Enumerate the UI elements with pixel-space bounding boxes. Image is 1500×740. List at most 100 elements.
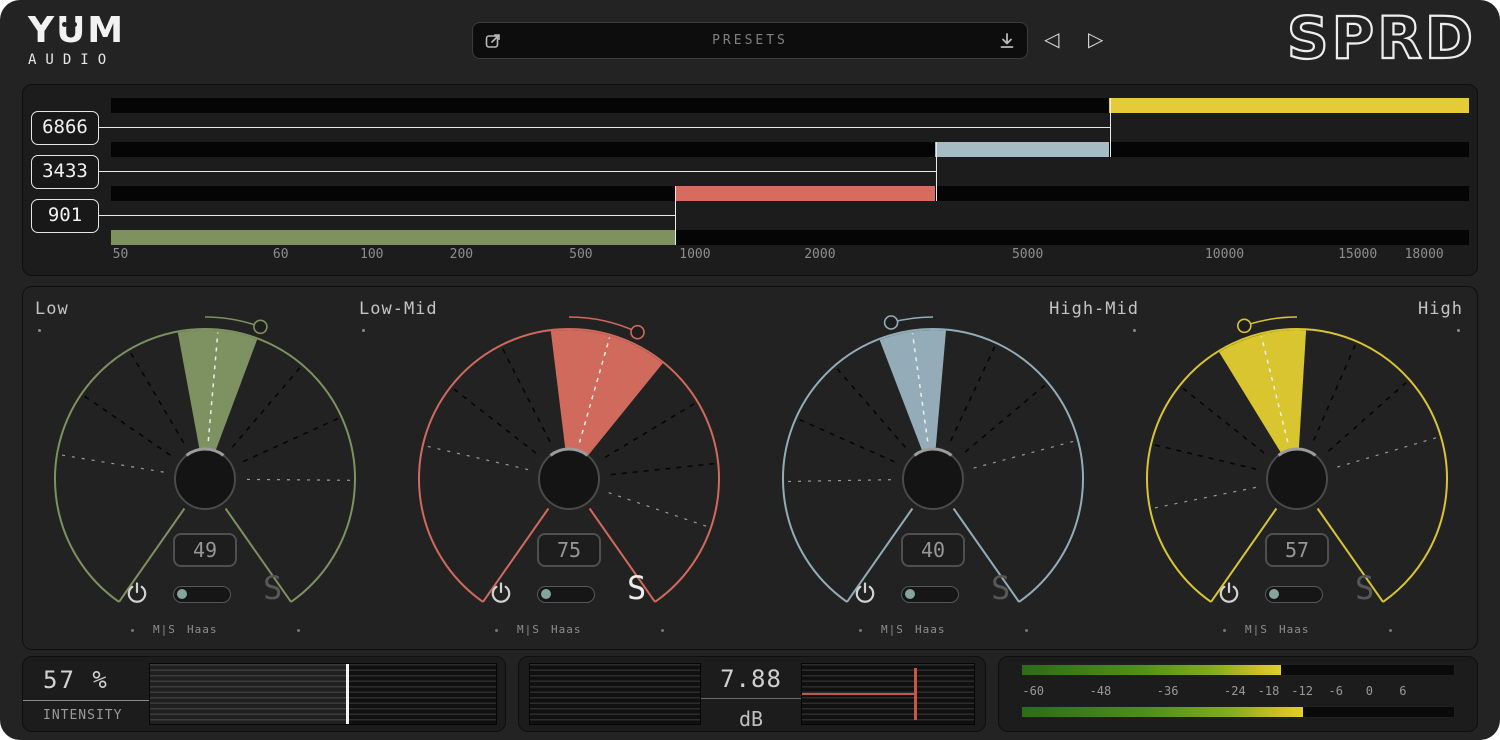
freq-axis-tick: 60 bbox=[273, 247, 289, 262]
meter-scale-tick: -48 bbox=[1090, 684, 1112, 698]
meter-fill-left bbox=[1022, 665, 1281, 675]
rotation-handle[interactable] bbox=[254, 320, 267, 333]
meter-scale-tick: -6 bbox=[1328, 684, 1342, 698]
haas-label: Haas bbox=[915, 623, 946, 636]
rotation-handle[interactable] bbox=[631, 326, 644, 339]
freq-axis-tick: 18000 bbox=[1405, 247, 1444, 262]
gauge-knob[interactable] bbox=[539, 449, 599, 509]
dial-guide-line bbox=[837, 369, 905, 448]
dial-guide-line bbox=[247, 479, 351, 480]
dial-guide-line bbox=[800, 420, 895, 462]
dial-guide-line bbox=[1155, 445, 1256, 469]
gauge-knob[interactable] bbox=[1267, 449, 1327, 509]
intensity-panel: 57 % INTENSITY bbox=[22, 656, 506, 732]
band-range-high[interactable] bbox=[1109, 98, 1469, 113]
dial-guide-line bbox=[243, 419, 338, 462]
freq-axis-tick: 500 bbox=[569, 247, 592, 262]
ms-label: M|S bbox=[1245, 623, 1268, 636]
db-panel: 7.88 dB bbox=[518, 656, 986, 732]
intensity-slider[interactable] bbox=[149, 663, 497, 725]
power-icon[interactable] bbox=[853, 581, 877, 607]
dial-guide-line bbox=[1314, 345, 1356, 440]
meter-bar-right bbox=[1021, 706, 1455, 718]
preset-bar[interactable]: PRESETS bbox=[472, 22, 1028, 59]
param-dot bbox=[661, 629, 664, 632]
ms-label: M|S bbox=[881, 623, 904, 636]
band-section-low-mid: 75 S M|S Haas bbox=[387, 287, 751, 649]
db-slider-handle[interactable] bbox=[914, 668, 917, 720]
brand-sub: AUDIO bbox=[28, 52, 178, 68]
power-icon[interactable] bbox=[489, 581, 513, 607]
dial-guide-line bbox=[454, 389, 536, 453]
spread-value[interactable]: 40 bbox=[901, 533, 965, 567]
dial-guide-line bbox=[232, 368, 299, 447]
export-preset-icon[interactable] bbox=[483, 31, 503, 51]
freq-axis-tick: 15000 bbox=[1338, 247, 1377, 262]
freq-axis-tick: 100 bbox=[360, 247, 383, 262]
rotation-handle[interactable] bbox=[1238, 319, 1251, 332]
sprd-logo: SPRD bbox=[1287, 6, 1476, 70]
band-range-low[interactable] bbox=[111, 230, 675, 245]
save-preset-icon[interactable] bbox=[997, 31, 1017, 51]
dial-guide-line bbox=[503, 349, 550, 442]
ms-label: M|S bbox=[153, 623, 176, 636]
band-range-high-mid[interactable] bbox=[935, 142, 1109, 157]
rotation-handle[interactable] bbox=[885, 316, 898, 329]
solo-button[interactable]: S bbox=[1355, 569, 1374, 607]
rotation-arm bbox=[205, 317, 260, 327]
toggle-knob bbox=[1269, 589, 1279, 599]
crossover-frequency-value[interactable]: 3433 bbox=[31, 155, 99, 189]
db-slider-left[interactable] bbox=[529, 663, 701, 725]
spread-value[interactable]: 57 bbox=[1265, 533, 1329, 567]
next-preset-button[interactable]: ▷ bbox=[1088, 27, 1103, 51]
power-icon[interactable] bbox=[1217, 581, 1241, 607]
power-icon[interactable] bbox=[125, 581, 149, 607]
toggle-knob bbox=[177, 589, 187, 599]
band-section-high-mid: 40 S M|S Haas bbox=[751, 287, 1115, 649]
dial-guide-line bbox=[131, 353, 184, 443]
solo-button[interactable]: S bbox=[991, 569, 1010, 607]
solo-button[interactable]: S bbox=[263, 569, 282, 607]
spread-value[interactable]: 75 bbox=[537, 533, 601, 567]
band-section-high: 57 S M|S Haas bbox=[1115, 287, 1479, 649]
param-dot bbox=[1025, 629, 1028, 632]
crossover-frequency-value[interactable]: 6866 bbox=[31, 111, 99, 145]
band-range-low-mid[interactable] bbox=[675, 186, 936, 201]
crossover-line bbox=[99, 215, 675, 217]
gauge-knob[interactable] bbox=[175, 449, 235, 509]
meter-scale-tick: -12 bbox=[1291, 684, 1313, 698]
spread-value[interactable]: 49 bbox=[173, 533, 237, 567]
intensity-slider-handle[interactable] bbox=[346, 664, 349, 724]
meter-scale-tick: -60 bbox=[1022, 684, 1044, 698]
ms-haas-toggle[interactable] bbox=[1265, 586, 1323, 603]
haas-label: Haas bbox=[187, 623, 218, 636]
presets-menu[interactable]: PRESETS bbox=[513, 33, 987, 48]
dial-guide-line bbox=[85, 396, 171, 455]
ms-haas-toggle[interactable] bbox=[537, 586, 595, 603]
param-dot bbox=[495, 629, 498, 632]
ms-haas-toggle[interactable] bbox=[173, 586, 231, 603]
dial-guide-line bbox=[787, 480, 891, 482]
crossover-frequency-value[interactable]: 901 bbox=[31, 199, 99, 233]
db-slider-track-line bbox=[802, 693, 916, 695]
gauge-knob[interactable] bbox=[903, 449, 963, 509]
db-slider-right[interactable] bbox=[801, 663, 975, 725]
meter-fill-right bbox=[1022, 707, 1303, 717]
db-value: 7.88 bbox=[701, 665, 801, 699]
param-dot bbox=[131, 629, 134, 632]
previous-preset-button[interactable]: ◁ bbox=[1044, 27, 1059, 51]
freq-axis-tick: 50 bbox=[113, 247, 129, 262]
param-dot bbox=[297, 629, 300, 632]
dial-guide-line bbox=[611, 464, 714, 475]
spectrum-bar-row-high-mid bbox=[111, 142, 1469, 157]
ms-haas-toggle[interactable] bbox=[901, 586, 959, 603]
db-readout: 7.88 dB bbox=[701, 665, 801, 731]
meter-bar-left bbox=[1021, 664, 1455, 676]
dial-guide-line bbox=[974, 441, 1074, 468]
toggle-knob bbox=[541, 589, 551, 599]
meter-scale-tick: 0 bbox=[1366, 684, 1373, 698]
solo-button[interactable]: S bbox=[627, 569, 646, 607]
dial-guide-line bbox=[951, 347, 995, 441]
meter-scale-tick: -18 bbox=[1258, 684, 1280, 698]
dial-guide-line bbox=[1337, 438, 1437, 468]
